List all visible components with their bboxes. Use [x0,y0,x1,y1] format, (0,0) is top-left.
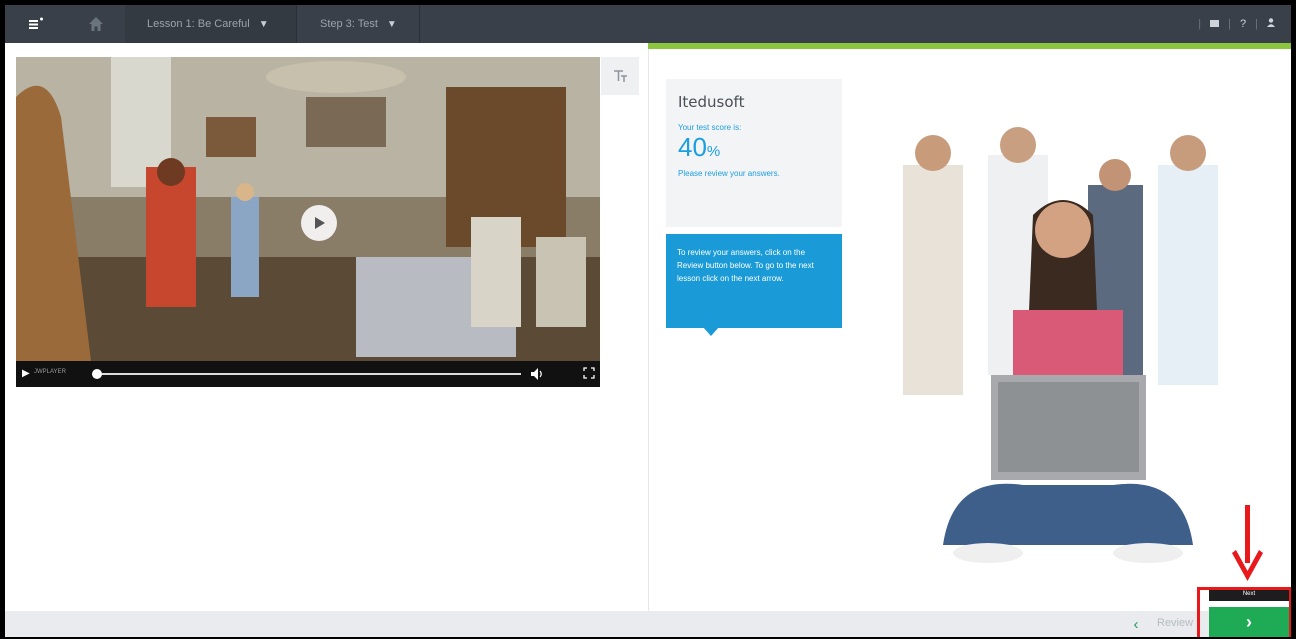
menu-icon [29,17,43,29]
help-button[interactable]: ? [1240,18,1246,30]
transcript-icon [614,70,627,82]
video-controls: ▶ JWPLAYER [16,361,600,387]
score-unit: % [706,143,721,160]
play-icon [315,217,325,229]
player-brand: JWPLAYER [34,369,66,375]
review-button[interactable]: Review [1157,617,1193,629]
score-value: 40 [678,132,707,162]
step-dropdown[interactable]: Step 3: Test ▼ [298,5,420,43]
home-icon [89,17,103,31]
video-progress-bar[interactable] [96,373,521,375]
score-label: Your test score is: [678,123,742,132]
volume-icon[interactable] [530,367,544,381]
top-bar: Lesson 1: Be Careful ▼ Step 3: Test ▼ | … [5,5,1291,43]
separator: | [1198,18,1202,30]
arrow-down-icon [1232,505,1263,581]
score-value-wrapper: 40% [678,134,830,165]
lesson-label: Lesson 1: Be Careful [147,18,250,30]
home-button[interactable] [67,5,125,43]
message-button[interactable] [1210,18,1220,30]
previous-button[interactable]: ‹ [1121,611,1151,637]
separator: | [1228,18,1232,30]
video-player[interactable]: ▶ JWPLAYER [16,57,600,387]
message-icon [1210,20,1220,27]
step-label: Step 3: Test [320,18,378,30]
score-card: Itedusoft Your test score is: 40% Please… [666,79,842,227]
tip-pointer [703,327,719,336]
user-icon [1267,18,1275,27]
highlight-box [1197,587,1291,637]
students-illustration [903,127,1218,563]
video-play-button[interactable] [301,205,337,241]
separator: | [1255,18,1258,30]
progress-knob[interactable] [92,369,102,379]
transcript-button[interactable] [601,57,639,95]
user-button[interactable] [1267,18,1275,30]
topbar-actions: | | ? | [1198,5,1275,43]
chevron-down-icon: ▼ [258,18,269,30]
play-toggle-icon[interactable]: ▶ [22,368,30,379]
score-message: Please review your answers. [678,169,780,178]
progress-accent-line [648,43,1291,49]
app-frame: Lesson 1: Be Careful ▼ Step 3: Test ▼ | … [5,5,1291,637]
menu-button[interactable] [5,5,67,43]
bottom-bar [5,611,1291,637]
panel-divider [648,49,649,611]
fullscreen-icon[interactable] [583,367,595,379]
chevron-down-icon: ▼ [386,18,397,30]
brand-name: Itedusoft [678,93,745,111]
instruction-tip: To review your answers, click on the Rev… [666,234,842,328]
lesson-dropdown[interactable]: Lesson 1: Be Careful ▼ [125,5,297,43]
